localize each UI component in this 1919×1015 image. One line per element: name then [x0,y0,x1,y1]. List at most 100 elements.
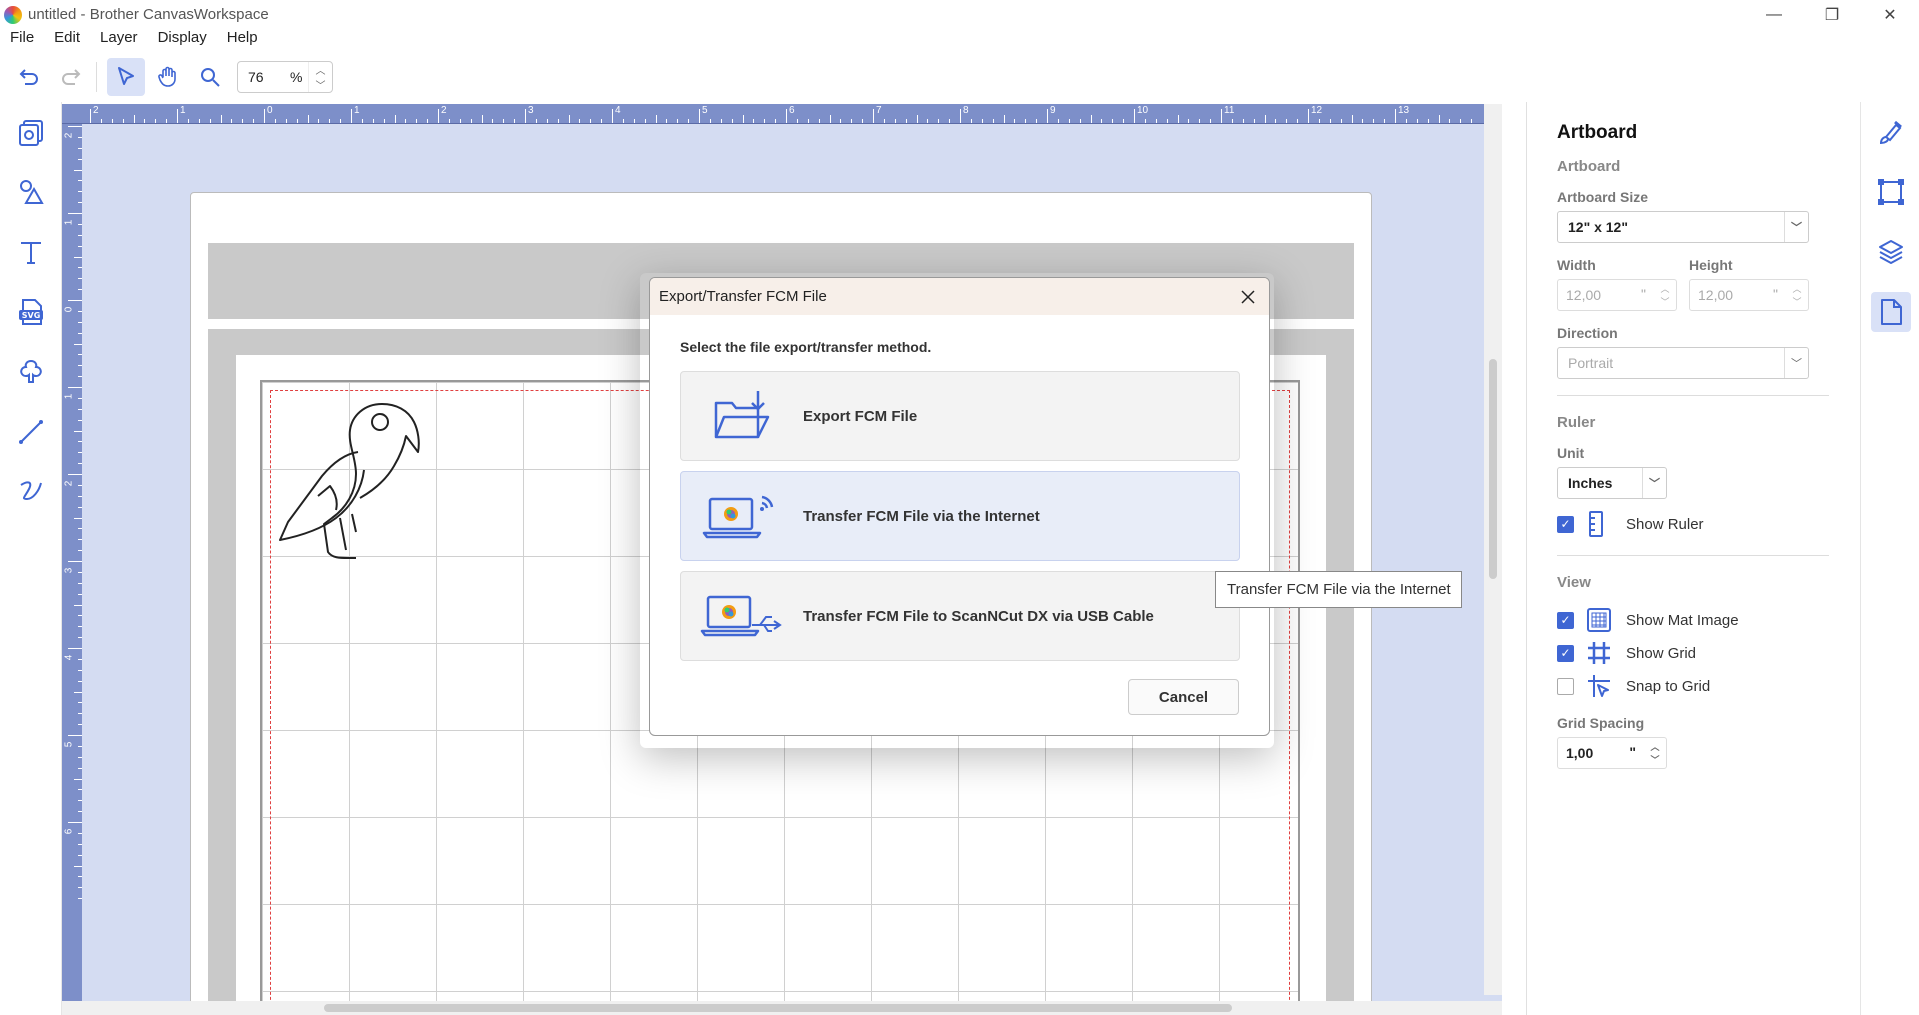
grid-spacing-value: 1,00 [1566,745,1594,761]
show-ruler-checkbox[interactable]: ✓ [1557,515,1574,533]
grid-spacing-stepper[interactable]: ︿ ﹀ [1644,738,1666,768]
height-unit: " [1773,286,1778,302]
ruler-top-label: 13 [1398,105,1410,116]
direction-value: Portrait [1568,355,1614,371]
ruler-top-label: 11 [1224,105,1235,116]
ruler-left-label: 1 [63,219,75,226]
line-button[interactable] [0,402,62,462]
width-field[interactable]: 12,00 " ︿ ﹀ [1557,279,1677,311]
show-ruler-row[interactable]: ✓ Show Ruler [1557,509,1860,539]
width-value: 12,00 [1566,287,1602,303]
shapes-button[interactable] [0,162,62,222]
transfer-usb-button[interactable]: Transfer FCM File to ScanNCut DX via USB… [680,571,1240,661]
paint-brush-icon [1879,120,1902,145]
show-grid-row[interactable]: ✓ Show Grid [1557,638,1860,668]
close-window-button[interactable]: ✕ [1861,0,1919,29]
width-stepper[interactable]: ︿ ﹀ [1654,280,1676,310]
menu-file[interactable]: File [0,29,44,51]
ruler-top-label: 10 [1137,105,1149,116]
ruler-top-label: 0 [267,105,273,116]
ruler-left-label: 4 [63,654,75,661]
section-artboard: Artboard [1557,158,1621,175]
outline-icon [20,359,42,383]
redo-button[interactable] [52,58,90,96]
pointer-icon [118,67,134,85]
svg-import-button[interactable]: SVG [0,282,62,342]
svg-icon: SVG [19,299,43,325]
snap-to-grid-checkbox[interactable] [1557,677,1574,695]
transfer-internet-label: Transfer FCM File via the Internet [803,507,1040,525]
ruler-left-label: 2 [63,132,75,139]
undo-button[interactable] [10,58,48,96]
minimize-button[interactable]: — [1745,0,1803,29]
layers-button[interactable] [1861,222,1919,282]
artboard-size-select[interactable]: 12" x 12" ﹀ [1557,211,1809,243]
export-transfer-dialog: Export/Transfer FCM File Select the file… [649,277,1270,736]
ruler-top-label: 1 [354,105,360,116]
transform-button[interactable] [1861,162,1919,222]
ruler-top-label: 4 [615,105,621,116]
show-grid-checkbox[interactable]: ✓ [1557,644,1574,662]
parrot-shape[interactable] [272,392,442,572]
restore-button[interactable]: ❐ [1803,0,1861,29]
ruler-left-label: 0 [63,306,75,313]
cancel-button[interactable]: Cancel [1128,679,1239,715]
outline-button[interactable] [0,342,62,402]
export-fcm-file-button[interactable]: Export FCM File [680,371,1240,461]
panel-title: Artboard [1557,122,1638,143]
artboard-button[interactable] [1861,282,1919,342]
toolbar: 76 % ︿ ﹀ [0,52,1919,102]
height-stepper[interactable]: ︿ ﹀ [1786,280,1808,310]
unit-select[interactable]: Inches ﹀ [1557,467,1667,499]
ruler-left: 2 1 0 1 2 3 4 5 6 [62,124,82,1015]
show-mat-image-row[interactable]: ✓ Show Mat Image [1557,605,1860,635]
menu-layer[interactable]: Layer [90,29,148,51]
close-icon [1241,290,1255,304]
laptop-wireless-icon [702,495,774,539]
transfer-usb-label: Transfer FCM File to ScanNCut DX via USB… [803,607,1154,625]
menu-edit[interactable]: Edit [44,29,90,51]
chevron-down-icon: ﹀ [1642,468,1666,498]
dialog-instruction: Select the file export/transfer method. [680,339,932,355]
grid-spacing-field[interactable]: 1,00 " ︿ ﹀ [1557,737,1667,769]
menu-display[interactable]: Display [148,29,217,51]
ruler-top-label: 2 [441,105,447,116]
export-fcm-file-label: Export FCM File [803,407,918,425]
show-mat-image-checkbox[interactable]: ✓ [1557,611,1574,629]
transfer-internet-button[interactable]: Transfer FCM File via the Internet [680,471,1240,561]
zoom-input[interactable]: 76 % ︿ ﹀ [237,61,333,93]
ruler-top-label: 8 [963,105,969,116]
show-grid-label: Show Grid [1626,644,1697,662]
artboard-size-value: 12" x 12" [1568,219,1628,235]
project-icon [19,120,43,146]
hand-tool-button[interactable] [149,58,187,96]
shapes-icon [20,180,44,204]
horizontal-scrollbar[interactable] [62,1001,1502,1015]
menu-help[interactable]: Help [217,29,268,51]
select-tool-button[interactable] [107,58,145,96]
section-view: View [1557,574,1591,591]
fill-settings-button[interactable] [1861,102,1919,162]
freehand-button[interactable] [0,462,62,522]
zoom-value: 76 [248,69,264,85]
layers-icon [1878,240,1903,264]
zoom-stepper[interactable]: ︿ ﹀ [308,62,332,92]
text-button[interactable] [0,222,62,282]
laptop-usb-icon [700,595,782,637]
redo-icon [62,69,81,85]
ruler-top: 2 1 0 1 2 3 4 5 6 7 8 9 10 11 12 13 [62,104,1502,124]
unit-label: Unit [1557,445,1585,461]
height-field[interactable]: 12,00 " ︿ ﹀ [1689,279,1809,311]
ruler-top-label: 1 [180,105,186,116]
project-button[interactable] [0,102,62,162]
direction-select[interactable]: Portrait ﹀ [1557,347,1809,379]
vertical-scrollbar[interactable] [1484,104,1502,995]
title-bar: untitled - Brother CanvasWorkspace — ❐ ✕ [0,0,1919,29]
snap-to-grid-row[interactable]: Snap to Grid [1557,671,1860,701]
transform-icon [1877,179,1904,205]
dialog-close-button[interactable] [1237,286,1259,308]
zoom-tool-button[interactable] [191,58,229,96]
dialog-title: Export/Transfer FCM File [659,288,827,305]
ruler-top-label: 5 [702,105,708,116]
snap-icon [1588,675,1610,697]
